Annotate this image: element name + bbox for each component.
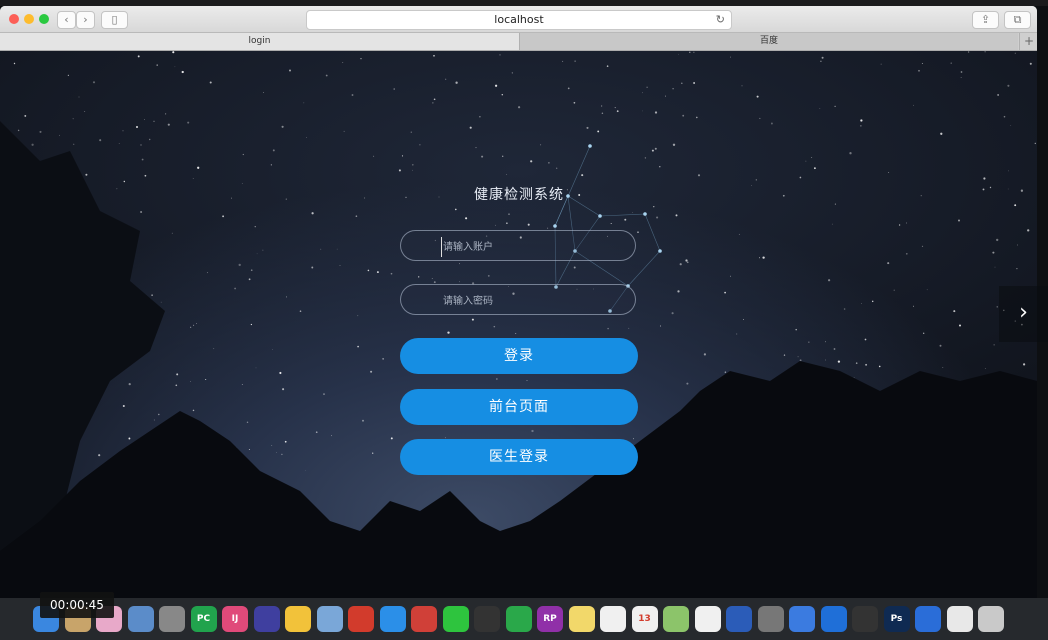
page-content: 健康检测系统 登录 前台页面 医生登录	[0, 51, 1037, 598]
itunes-icon[interactable]	[694, 606, 721, 632]
reminders-icon[interactable]	[600, 606, 626, 632]
duck-icon[interactable]	[285, 606, 311, 632]
photoshop-icon[interactable]: Ps	[883, 606, 910, 632]
word-icon[interactable]	[726, 606, 752, 632]
eclipse-icon[interactable]	[253, 606, 280, 632]
new-tab-button[interactable]: +	[1019, 33, 1037, 50]
login-title: 健康检测系统	[474, 187, 564, 203]
username-field[interactable]	[400, 230, 636, 261]
maps-icon[interactable]	[663, 606, 689, 632]
share-button[interactable]: ⇪	[972, 11, 999, 29]
sidebar-button[interactable]: ▯	[101, 11, 128, 29]
video-timestamp: 00:00:45	[40, 592, 114, 618]
forward-button[interactable]: ›	[76, 11, 95, 29]
tabs-overview-button[interactable]: ⧉	[1004, 11, 1031, 29]
music-icon[interactable]	[505, 606, 532, 632]
address-text: localhost	[494, 13, 544, 26]
tab-login[interactable]: login	[0, 33, 520, 50]
plus-icon: +	[1023, 34, 1035, 48]
trash-icon[interactable]	[978, 606, 1004, 632]
tab-bar: login 百度 +	[0, 33, 1037, 51]
documents-icon[interactable]	[946, 606, 973, 632]
redis-icon[interactable]	[348, 606, 374, 632]
password-input[interactable]	[441, 290, 625, 312]
login-button[interactable]: 登录	[400, 338, 638, 374]
tab-baidu[interactable]: 百度	[520, 33, 1018, 50]
safari-icon[interactable]	[379, 606, 406, 632]
intellij-icon[interactable]: IJ	[222, 606, 248, 632]
pycharm-icon[interactable]: PC	[190, 606, 217, 632]
wechat-icon[interactable]	[442, 606, 469, 632]
tree-silhouette	[0, 121, 1037, 598]
sidebar-icon: ▯	[111, 13, 118, 26]
rocket-icon[interactable]	[159, 606, 185, 632]
calendar-icon[interactable]: 13	[631, 606, 658, 632]
qq-icon[interactable]	[852, 606, 878, 632]
share-icon: ⇪	[980, 13, 991, 26]
presentation-icon[interactable]	[411, 606, 437, 632]
close-window-button[interactable]	[9, 14, 19, 24]
zoom-window-button[interactable]	[39, 14, 49, 24]
doctor-login-button[interactable]: 医生登录	[400, 439, 638, 475]
safari-window: ‹ › ▯ localhost ↻ ⇪ ⧉ login 百度 + 健康检测系统 …	[0, 6, 1037, 598]
next-slide-button[interactable]: ›	[999, 286, 1048, 342]
notes-icon[interactable]	[568, 606, 595, 632]
address-bar[interactable]: localhost ↻	[306, 10, 732, 30]
tabs-icon: ⧉	[1013, 13, 1022, 26]
chevron-right-icon: ›	[1019, 300, 1028, 325]
username-input[interactable]	[441, 236, 625, 258]
webstorm-icon[interactable]	[915, 606, 941, 632]
axure-icon[interactable]: RP	[537, 606, 563, 632]
minimize-window-button[interactable]	[24, 14, 34, 24]
browser-toolbar: ‹ › ▯ localhost ↻ ⇪ ⧉	[0, 6, 1037, 33]
chevron-left-icon: ‹	[64, 13, 69, 26]
frontend-page-button[interactable]: 前台页面	[400, 389, 638, 425]
baidu-netdisk-icon[interactable]	[789, 606, 815, 632]
preview-icon[interactable]	[127, 606, 154, 632]
dock: PC IJ RP 13 Ps	[0, 598, 1048, 640]
database-icon[interactable]	[316, 606, 343, 632]
chevron-right-icon: ›	[83, 13, 88, 26]
password-field[interactable]	[400, 284, 636, 315]
back-button[interactable]: ‹	[57, 11, 76, 29]
system-preferences-icon[interactable]	[757, 606, 784, 632]
teamviewer-icon[interactable]	[820, 606, 847, 632]
reload-icon[interactable]: ↻	[716, 11, 725, 29]
qq-icon[interactable]	[474, 606, 500, 632]
